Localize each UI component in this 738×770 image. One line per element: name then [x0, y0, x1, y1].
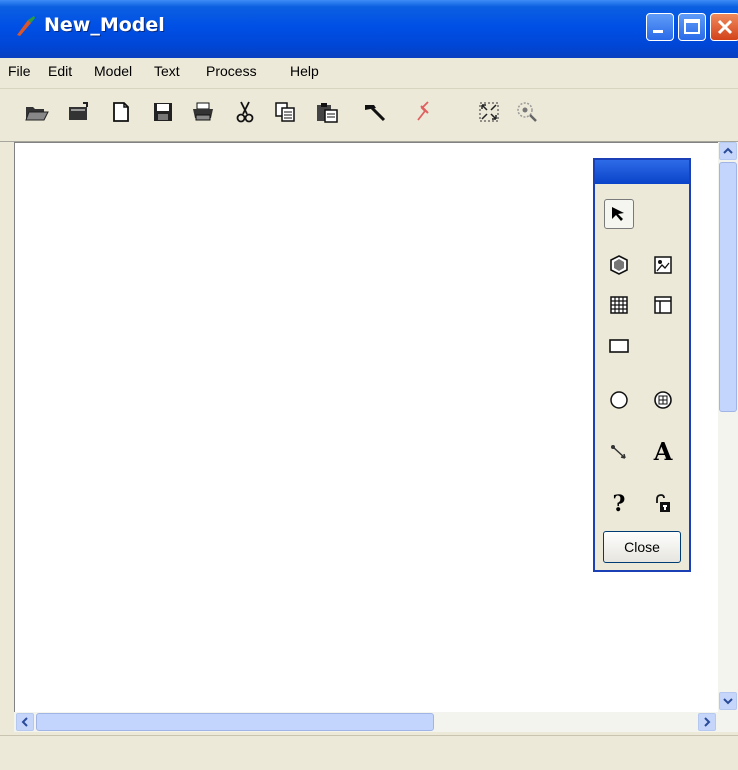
text-tool-icon: A: [653, 436, 673, 466]
pin-icon: [417, 101, 429, 121]
grid-tool-button[interactable]: [605, 291, 633, 319]
status-bar: [0, 735, 738, 770]
circle-tool-button[interactable]: [605, 386, 633, 414]
text-tool-button[interactable]: A: [649, 436, 677, 466]
tool-palette: A ? Close: [593, 158, 691, 572]
close-window-button[interactable]: [710, 13, 738, 41]
chevron-right-icon: [704, 717, 711, 727]
print-icon: [193, 102, 213, 121]
maximize-button[interactable]: [678, 13, 706, 41]
scroll-up-button[interactable]: [719, 142, 737, 160]
table-tool-button[interactable]: [649, 291, 677, 319]
open-file-icon: [69, 102, 88, 120]
menu-model[interactable]: Model: [94, 63, 132, 79]
image-tool-icon: [654, 256, 672, 274]
new-document-icon: [113, 102, 129, 122]
vertical-scroll-thumb[interactable]: [719, 162, 737, 412]
fit-to-window-button[interactable]: [476, 99, 502, 125]
menu-file[interactable]: File: [8, 63, 31, 79]
app-icon: [14, 14, 38, 38]
table-tool-icon: [654, 296, 672, 314]
circle-tool-icon: [610, 391, 628, 409]
print-button[interactable]: [190, 99, 216, 125]
zoom-button[interactable]: [514, 99, 540, 125]
save-icon: [154, 103, 172, 121]
grid-circle-tool-icon: [654, 391, 672, 409]
maximize-icon: [684, 19, 700, 34]
new-document-button[interactable]: [108, 99, 134, 125]
window-title: New_Model: [44, 14, 165, 36]
open-folder-button[interactable]: [24, 99, 50, 125]
chevron-left-icon: [21, 717, 28, 727]
vertical-scrollbar[interactable]: [718, 142, 738, 712]
zoom-icon: [517, 102, 537, 122]
help-tool-icon: ?: [612, 491, 626, 517]
chevron-up-icon: [723, 147, 733, 154]
rectangle-tool-button[interactable]: [605, 332, 633, 360]
minimize-icon: [653, 30, 663, 33]
chevron-down-icon: [723, 698, 733, 705]
lock-tool-icon: [656, 494, 670, 512]
grid-circle-tool-button[interactable]: [649, 386, 677, 414]
menu-edit[interactable]: Edit: [48, 63, 72, 79]
tool-palette-title-bar[interactable]: [595, 160, 689, 184]
connector-tool-icon: [611, 445, 626, 459]
select-arrow-icon: [612, 207, 624, 221]
save-button[interactable]: [150, 99, 176, 125]
close-icon: [717, 19, 733, 35]
cut-icon: [236, 101, 254, 123]
paste-button[interactable]: [314, 99, 340, 125]
menu-bar: File Edit Model Text Process Help: [0, 58, 738, 89]
scroll-down-button[interactable]: [719, 692, 737, 710]
menu-process[interactable]: Process: [206, 63, 257, 79]
select-tool-button[interactable]: [604, 199, 634, 229]
hammer-icon: [365, 105, 386, 122]
pin-button[interactable]: [410, 99, 436, 125]
build-button[interactable]: [362, 99, 388, 125]
copy-icon: [275, 102, 295, 122]
connector-tool-button[interactable]: [605, 438, 633, 466]
cut-button[interactable]: [232, 99, 258, 125]
hexagon-tool-icon: [610, 255, 628, 275]
image-tool-button[interactable]: [649, 251, 677, 279]
copy-button[interactable]: [272, 99, 298, 125]
horizontal-scrollbar[interactable]: [14, 712, 738, 732]
hexagon-tool-button[interactable]: [605, 251, 633, 279]
minimize-button[interactable]: [646, 13, 674, 41]
menu-help[interactable]: Help: [290, 63, 319, 79]
horizontal-scroll-thumb[interactable]: [36, 713, 434, 731]
menu-text[interactable]: Text: [154, 63, 180, 79]
lock-tool-button[interactable]: [649, 490, 677, 518]
rectangle-tool-icon: [609, 339, 629, 353]
fit-to-window-icon: [479, 102, 499, 122]
toolbar: [0, 89, 738, 142]
paste-icon: [317, 103, 338, 123]
scroll-left-button[interactable]: [16, 713, 34, 731]
palette-close-button[interactable]: Close: [603, 531, 681, 563]
open-file-button[interactable]: [66, 99, 92, 125]
title-bar[interactable]: New_Model: [0, 0, 738, 58]
scroll-right-button[interactable]: [698, 713, 716, 731]
open-folder-icon: [25, 107, 49, 121]
help-tool-button[interactable]: ?: [605, 490, 633, 518]
grid-tool-icon: [610, 296, 628, 314]
